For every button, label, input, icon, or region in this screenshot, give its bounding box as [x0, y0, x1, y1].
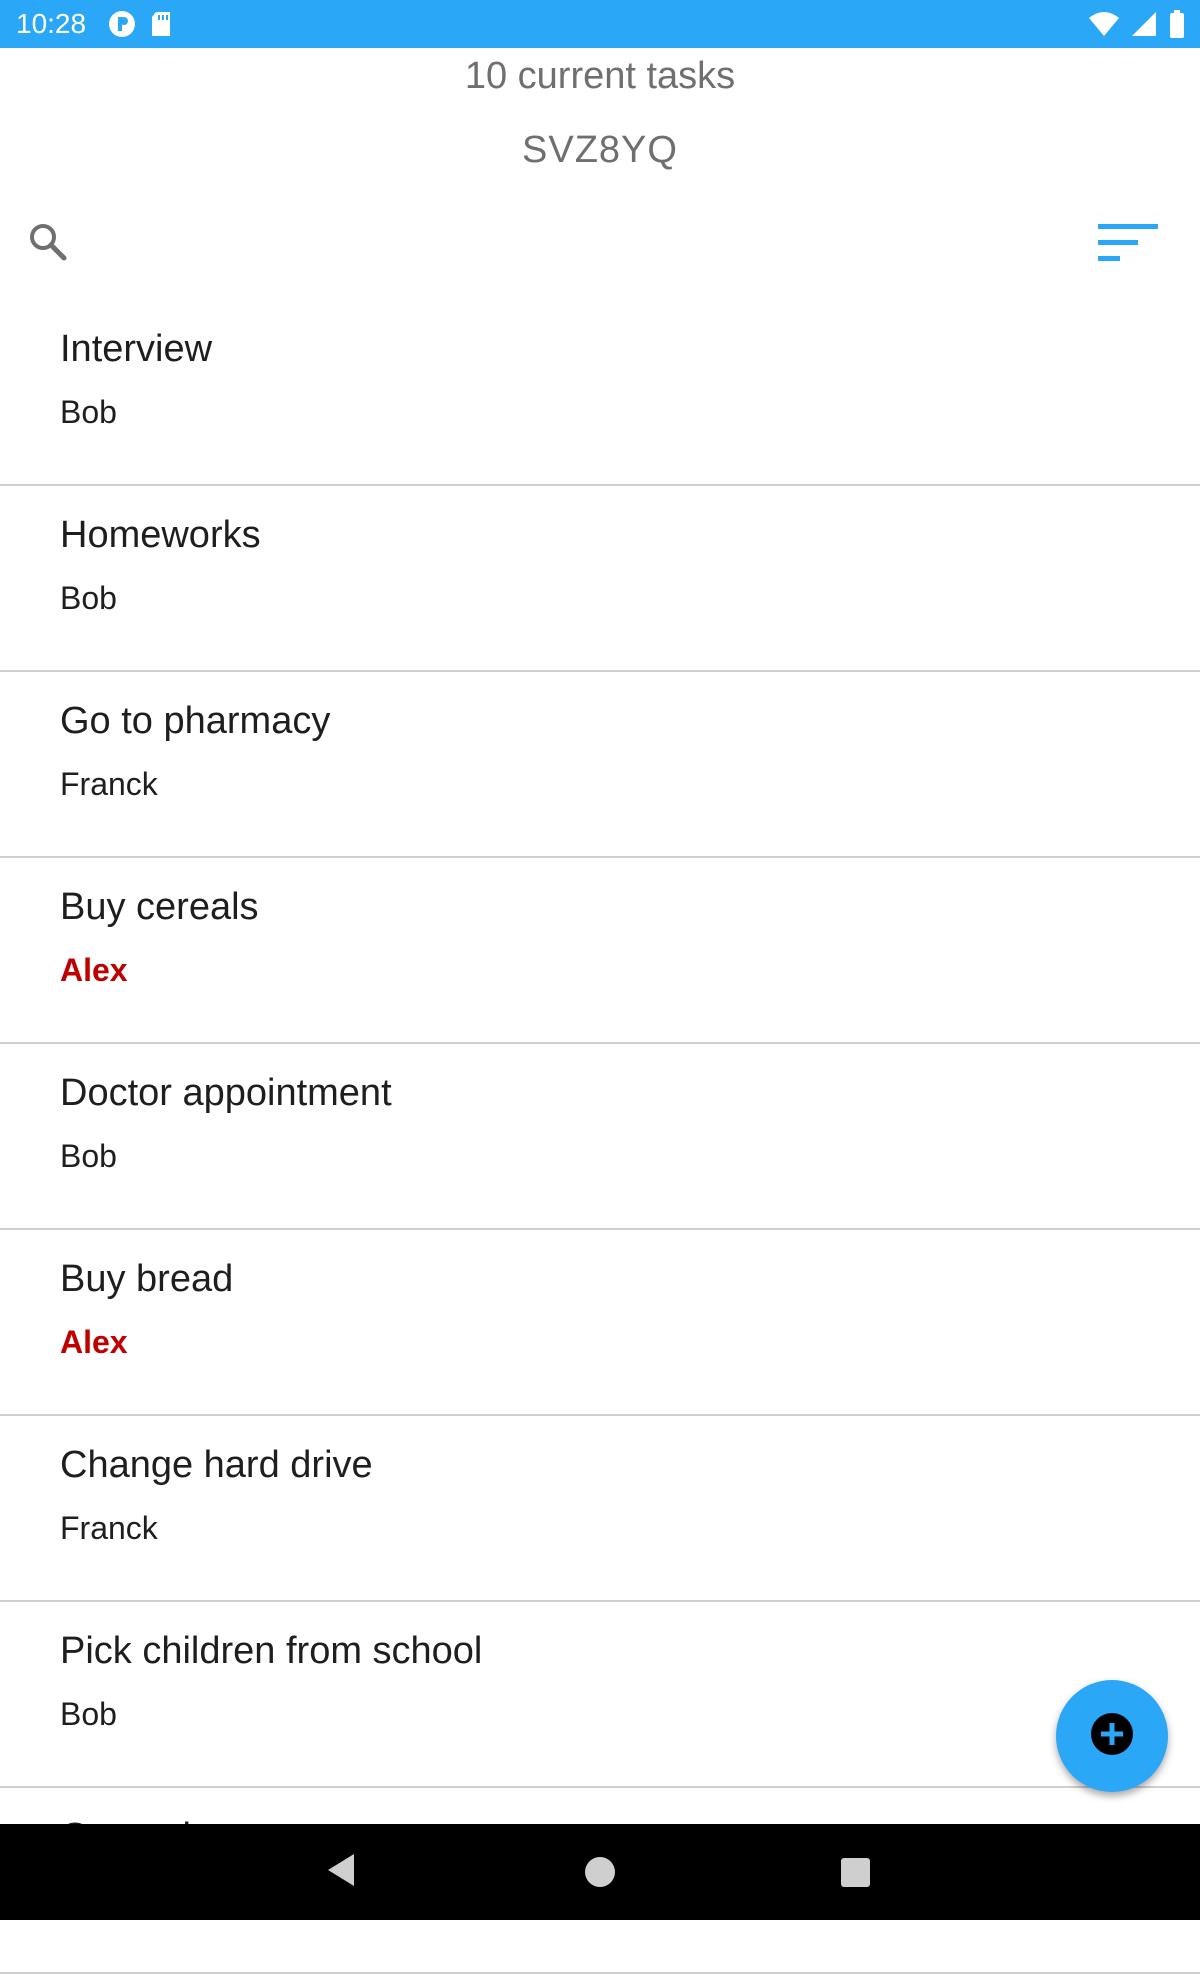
status-left-icons [108, 10, 172, 43]
task-title: Buy bread [60, 1258, 234, 1300]
home-icon[interactable] [585, 1857, 615, 1887]
navigation-bar [0, 1824, 1200, 1920]
task-row[interactable]: Homeworks Bob [0, 486, 1200, 672]
task-assignee: Alex [60, 952, 128, 988]
add-task-button[interactable] [1056, 1680, 1168, 1792]
task-assignee: Alex [60, 1324, 128, 1360]
task-row[interactable]: Buy bread Alex [0, 1230, 1200, 1416]
task-title: Homeworks [60, 514, 261, 556]
status-bar: 10:28 [0, 0, 1200, 48]
task-assignee: Bob [60, 1696, 117, 1732]
task-list: Interview Bob Homeworks Bob Go to pharma… [0, 300, 1200, 1974]
task-row[interactable]: Buy cereals Alex [0, 858, 1200, 1044]
status-time: 10:28 [16, 8, 87, 39]
task-row[interactable]: Doctor appointment Bob [0, 1044, 1200, 1230]
sort-icon[interactable] [1090, 218, 1162, 266]
cell-signal-icon [1130, 10, 1158, 43]
task-assignee: Bob [60, 1138, 117, 1174]
wifi-icon [1088, 10, 1120, 43]
task-title: Change hard drive [60, 1444, 373, 1486]
task-assignee: Franck [60, 1510, 158, 1546]
back-icon[interactable] [326, 1850, 356, 1895]
task-count-label: 10 current tasks [464, 55, 736, 97]
task-title: Interview [60, 328, 213, 370]
task-title: Buy cereals [60, 886, 259, 928]
task-row[interactable]: Go to pharmacy Franck [0, 672, 1200, 858]
battery-icon [1168, 10, 1186, 43]
recents-icon[interactable] [841, 1858, 870, 1887]
sd-card-icon [150, 10, 172, 43]
add-circle-icon [1090, 1712, 1134, 1761]
task-row[interactable]: Interview Bob [0, 300, 1200, 486]
task-title: Go to pharmacy [60, 700, 331, 742]
status-right-icons [1088, 10, 1186, 43]
search-icon[interactable] [24, 218, 72, 266]
task-assignee: Franck [60, 766, 158, 802]
task-title: Pick children from school [60, 1630, 483, 1672]
list-code: SVZ8YQ [522, 129, 678, 171]
task-assignee: Bob [60, 580, 117, 616]
notification-app-icon [108, 10, 136, 43]
task-row[interactable]: Pick children from school Bob [0, 1602, 1200, 1788]
task-title: Doctor appointment [60, 1072, 392, 1114]
task-row[interactable]: Change hard drive Franck [0, 1416, 1200, 1602]
task-assignee: Bob [60, 394, 117, 430]
